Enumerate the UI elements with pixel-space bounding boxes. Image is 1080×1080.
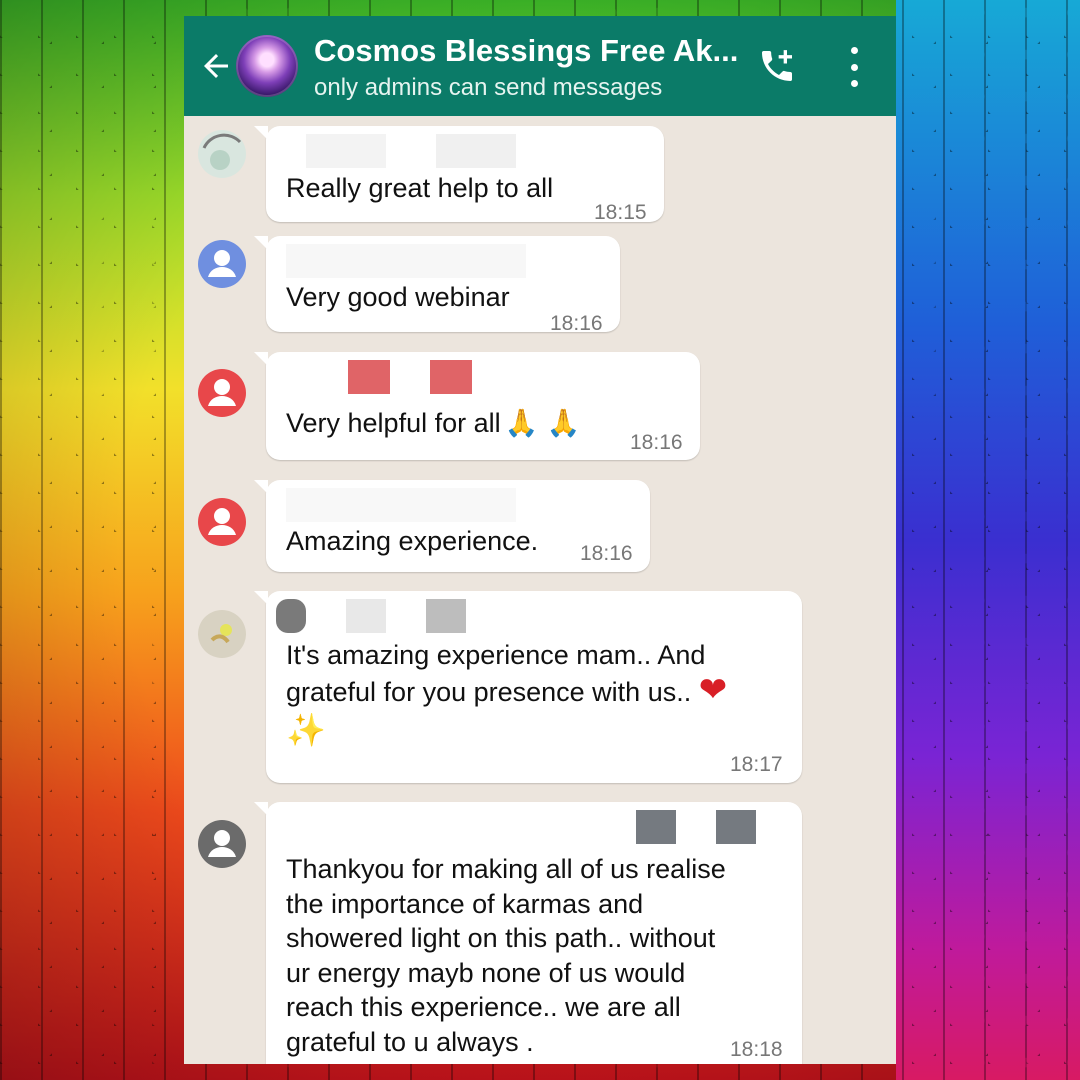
list-item[interactable]: It's amazing experience mam.. And gratef…: [254, 591, 802, 783]
chat-title[interactable]: Cosmos Blessings Free Ak...: [314, 33, 754, 69]
message-text: Very helpful for all 🙏 🙏: [286, 406, 580, 442]
list-item[interactable]: Very good webinar 18:16: [254, 236, 620, 335]
sender-name-redacted: [266, 488, 650, 522]
message-list: Really great help to all 18:15 Very good…: [184, 116, 896, 1064]
message-text: Thankyou for making all of us realise th…: [286, 852, 726, 1059]
red-heart-emoji: ❤: [698, 669, 728, 710]
sender-name-redacted: [266, 599, 802, 633]
message-time: 18:16: [630, 431, 683, 454]
list-item[interactable]: Very helpful for all 🙏 🙏 18:16: [254, 352, 700, 460]
message-time: 18:18: [730, 1038, 783, 1061]
avatar[interactable]: [198, 820, 246, 868]
list-item[interactable]: Really great help to all 18:15: [254, 126, 664, 224]
avatar[interactable]: [198, 369, 246, 417]
sender-name-redacted: [266, 360, 700, 394]
message-line: grateful to u always .: [286, 1026, 534, 1057]
add-call-icon[interactable]: [757, 46, 797, 86]
message-time: 18:17: [730, 753, 783, 776]
message-line: the importance of karmas and: [286, 888, 644, 919]
message-text: Amazing experience.: [286, 526, 539, 556]
group-avatar[interactable]: [236, 35, 298, 97]
message-line: grateful for you presence with us.. ❤: [286, 669, 728, 710]
message-text: It's amazing experience mam.. And gratef…: [286, 638, 727, 748]
chat-subtitle: only admins can send messages: [314, 74, 663, 101]
message-line-text: grateful for you presence with us..: [286, 676, 692, 707]
message-time: 18:16: [550, 312, 603, 335]
message-line: reach this experience.. we are all: [286, 992, 681, 1022]
arrow-left-icon[interactable]: [198, 48, 234, 84]
message-text: Very good webinar: [286, 282, 510, 312]
sender-name-redacted: [266, 134, 664, 168]
message-line: It's amazing experience mam.. And: [286, 640, 706, 670]
sparkles-emoji: ✨: [286, 711, 326, 749]
chat-header: Cosmos Blessings Free Ak... only admins …: [184, 16, 896, 116]
list-item[interactable]: Amazing experience. 18:16: [254, 480, 650, 572]
message-time: 18:15: [594, 201, 647, 224]
message-text-body: Very helpful for all: [286, 408, 501, 438]
message-line: Thankyou for making all of us realise: [286, 854, 726, 884]
sender-name-redacted: [266, 244, 620, 278]
chat-screen: Cosmos Blessings Free Ak... only admins …: [184, 16, 896, 1064]
message-line: ur energy mayb none of us would: [286, 957, 686, 988]
sender-name-redacted: [266, 810, 802, 844]
avatar[interactable]: [198, 130, 246, 178]
message-text: Really great help to all: [286, 173, 554, 203]
avatar[interactable]: [198, 610, 246, 658]
message-time: 18:16: [580, 542, 633, 565]
more-vertical-icon[interactable]: [840, 47, 868, 87]
folded-hands-emoji: 🙏 🙏: [504, 408, 581, 439]
avatar[interactable]: [198, 240, 246, 288]
message-line: showered light on this path.. without: [286, 923, 716, 953]
list-item[interactable]: Thankyou for making all of us realise th…: [254, 802, 802, 1064]
avatar[interactable]: [198, 498, 246, 546]
